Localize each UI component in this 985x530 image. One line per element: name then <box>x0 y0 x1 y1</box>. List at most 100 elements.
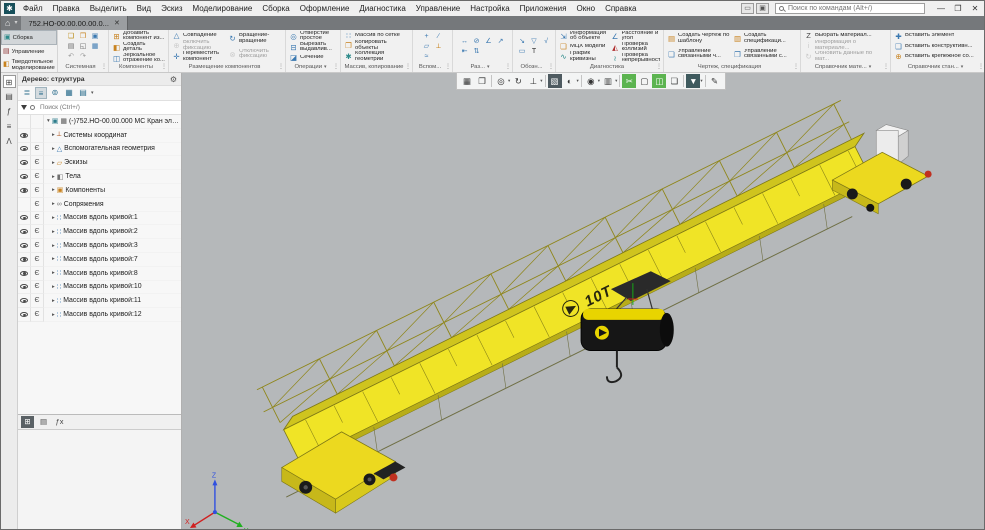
menu-item-4[interactable]: Эскиз <box>156 4 187 13</box>
menu-item-3[interactable]: Вид <box>132 4 156 13</box>
exclude-cell[interactable]: Є <box>31 212 44 226</box>
group-options-icon[interactable]: ⋮ <box>405 62 411 72</box>
exclude-cell[interactable]: Є <box>31 253 44 267</box>
eye-icon[interactable] <box>20 188 28 193</box>
tree-grouping-icon[interactable]: ▦ <box>63 87 75 99</box>
exclude-icon[interactable]: Є <box>34 297 39 304</box>
tree-item[interactable]: Є▸∷Массив вдоль кривой:3 <box>18 239 181 253</box>
group-options-icon[interactable]: ⋮ <box>333 62 339 72</box>
ribbon-button[interactable]: ∠Расстояние и угол <box>610 31 662 42</box>
layers-tab-icon[interactable]: ▤ <box>37 416 50 428</box>
visibility-cell[interactable] <box>18 129 31 143</box>
ribbon-button[interactable]: ⊕Вставить крепежное со... <box>893 52 983 62</box>
save-icon[interactable]: ▣ <box>90 32 100 41</box>
tree-item[interactable]: Є▸∷Массив вдоль кривой:8 <box>18 267 181 281</box>
chevron-right-icon[interactable]: ▸ <box>52 215 55 221</box>
menu-item-9[interactable]: Управление <box>411 4 465 13</box>
ribbon-button[interactable]: ✚Вставить элемент <box>893 31 983 41</box>
group-options-icon[interactable]: ⋮ <box>548 62 554 72</box>
ribbon-button[interactable]: ◪Сечение <box>288 53 338 62</box>
ribbon-button[interactable]: ZВыбрать материал... <box>803 31 888 40</box>
workspace-box-icon[interactable]: ▢ <box>637 74 651 88</box>
image-quality-icon[interactable]: ▥ <box>601 74 615 88</box>
ribbon-button[interactable]: ▥Создать спецификаци... <box>732 31 798 47</box>
minimize-button[interactable]: — <box>934 3 948 15</box>
exclude-cell[interactable]: Є <box>31 143 44 157</box>
visibility-cell[interactable] <box>18 198 31 212</box>
chevron-down-icon[interactable]: ▾ <box>961 64 964 70</box>
group-options-icon[interactable]: ⋮ <box>978 62 984 72</box>
exclude-icon[interactable]: Є <box>34 201 39 208</box>
exclude-icon[interactable]: Є <box>34 228 39 235</box>
eye-icon[interactable] <box>20 174 28 179</box>
chevron-right-icon[interactable]: ▸ <box>52 132 55 138</box>
exclude-icon[interactable]: Є <box>34 270 39 277</box>
tree-item[interactable]: Є▸◧Тела <box>18 170 181 184</box>
group-options-icon[interactable]: ⋮ <box>656 62 662 72</box>
group-options-icon[interactable]: ⋮ <box>278 62 284 72</box>
layout-grid-icon[interactable]: ▦ <box>460 74 474 88</box>
filter-objects-icon[interactable]: ▼ <box>686 74 700 88</box>
tree-panel-icon[interactable]: ⊞ <box>3 75 16 88</box>
3d-viewport[interactable]: 10Т <box>182 73 984 529</box>
tab-list-caret-icon[interactable]: ▾ <box>14 16 21 30</box>
menu-item-2[interactable]: Выделить <box>85 4 132 13</box>
ribbon-button[interactable]: ⊟Вырезать выдавлив... <box>288 42 338 53</box>
roughness-icon[interactable]: √ <box>541 37 551 46</box>
hide-objects-icon[interactable]: ◉ <box>584 74 598 88</box>
mode-tab-сборка[interactable]: ▣Сборка <box>1 30 57 45</box>
chevron-down-icon[interactable]: ▾ <box>47 118 50 124</box>
exclude-icon[interactable]: Є <box>34 173 39 180</box>
visibility-cell[interactable] <box>18 308 31 322</box>
menu-item-10[interactable]: Настройка <box>465 4 514 13</box>
exclude-icon[interactable]: Є <box>34 311 39 318</box>
ribbon-button[interactable]: ◧Создать деталь <box>111 42 166 53</box>
point-icon[interactable]: + <box>422 32 432 41</box>
exclude-cell[interactable] <box>31 129 44 143</box>
angle-dimension-icon[interactable]: ∠ <box>484 37 494 46</box>
chevron-right-icon[interactable]: ▸ <box>52 256 55 262</box>
tree-item[interactable]: Є▸∷Массив вдоль кривой:12 <box>18 308 181 322</box>
ribbon-button[interactable]: ▤Создать чертеж по шаблону <box>666 31 732 47</box>
maximize-button[interactable]: ❐ <box>951 3 965 15</box>
visibility-cell[interactable] <box>18 294 31 308</box>
exclude-cell[interactable]: Є <box>31 198 44 212</box>
chevron-down-icon[interactable]: ▾ <box>324 64 327 70</box>
tree-tab-icon[interactable]: ⊞ <box>21 416 34 428</box>
filter-funnel-icon[interactable] <box>21 105 27 110</box>
menu-item-12[interactable]: Окно <box>571 4 600 13</box>
print-icon[interactable]: ▤ <box>66 42 76 51</box>
exclude-cell[interactable]: Є <box>31 225 44 239</box>
chevron-right-icon[interactable]: ▸ <box>52 298 55 304</box>
height-dimension-icon[interactable]: ⇅ <box>472 47 482 56</box>
chevron-down-icon[interactable]: ▾ <box>577 78 579 84</box>
chevron-right-icon[interactable]: ▸ <box>52 312 55 318</box>
crane-model[interactable]: 10Т <box>237 98 931 513</box>
zones-icon[interactable]: ◫ <box>652 74 666 88</box>
auto-dimension-icon[interactable]: ↔ <box>460 37 470 46</box>
chevron-down-icon[interactable]: ▾ <box>540 78 542 84</box>
linear-dimension-icon[interactable]: ⇤ <box>460 47 470 56</box>
chevron-down-icon[interactable]: ▾ <box>487 64 490 70</box>
command-search-input[interactable] <box>775 3 925 14</box>
open-document-icon[interactable]: ❒ <box>78 32 88 41</box>
layers-panel-icon[interactable]: ▤ <box>3 90 16 103</box>
tree-root-row[interactable]: ▾▣▦(-)752.НО-00.00.000 МС Кран электри..… <box>18 115 181 129</box>
exclude-icon[interactable]: Є <box>34 145 39 152</box>
tree-item[interactable]: Є▸∞Сопряжения <box>18 198 181 212</box>
close-button[interactable]: ✕ <box>968 3 982 15</box>
quick-sketch-icon[interactable]: ✎ <box>708 74 722 88</box>
visibility-cell[interactable] <box>18 212 31 226</box>
visibility-cell[interactable] <box>18 170 31 184</box>
exclude-cell[interactable]: Є <box>31 281 44 295</box>
leader-icon[interactable]: ↘ <box>517 37 527 46</box>
exclude-icon[interactable]: Є <box>34 283 39 290</box>
axis-icon[interactable]: ∕ <box>434 32 444 41</box>
exclude-cell[interactable]: Є <box>31 184 44 198</box>
tree-structure-icon[interactable]: ≡ <box>35 87 47 99</box>
screen-mode-icon[interactable]: ▣ <box>756 3 769 14</box>
plane-icon[interactable]: ▱ <box>422 42 432 51</box>
exclude-icon[interactable]: Є <box>34 256 39 263</box>
menu-item-13[interactable]: Справка <box>600 4 641 13</box>
chevron-right-icon[interactable]: ▸ <box>52 243 55 249</box>
